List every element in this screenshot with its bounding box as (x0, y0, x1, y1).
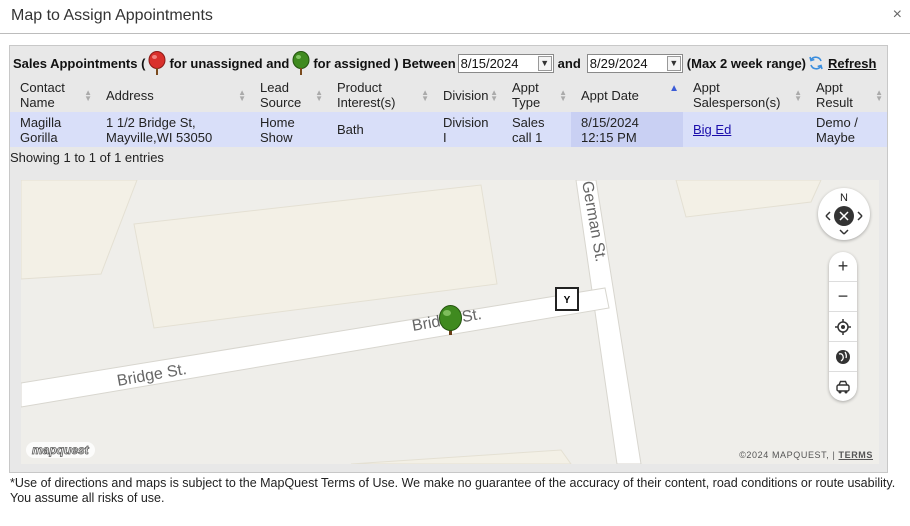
cell-address: 1 1/2 Bridge St, Mayville,WI 53050 (96, 112, 250, 147)
map-copyright: ©2024 MAPQUEST, | TERMS (739, 450, 873, 460)
sort-icon: ▲ ▼ (238, 88, 246, 103)
date-from-value: 8/15/2024 (460, 55, 519, 71)
map-controls: + − (829, 252, 857, 401)
column-header-appt-salesperson[interactable]: Appt Salesperson(s) ▲ ▼ (683, 78, 806, 112)
salesperson-link[interactable]: Big Ed (693, 122, 731, 137)
column-header-appt-date[interactable]: Appt Date ▲ (571, 78, 683, 112)
terms-disclaimer: *Use of directions and maps is subject t… (10, 476, 896, 505)
column-header-appt-result[interactable]: Appt Result ▲ ▼ (806, 78, 887, 112)
compass-control[interactable]: N (818, 188, 870, 240)
column-header-appt-type[interactable]: Appt Type ▲ ▼ (502, 78, 571, 112)
label-prefix: Sales Appointments ( (13, 55, 146, 71)
cell-appt-date: 8/15/2024 12:15 PM (571, 112, 683, 147)
close-icon[interactable]: × (893, 6, 902, 24)
map-view[interactable]: German St. Bridge St. Bridge St. Y mapqu… (21, 180, 879, 464)
refresh-link[interactable]: Refresh (828, 56, 876, 71)
and-label: and (557, 55, 581, 71)
date-to-value: 8/29/2024 (589, 55, 648, 71)
sort-icon: ▲ ▼ (315, 88, 323, 103)
cell-appt-type: Sales call 1 (502, 112, 571, 147)
assigned-pin-icon (292, 51, 310, 75)
refresh-icon[interactable] (808, 55, 824, 71)
terms-link[interactable]: TERMS (839, 450, 874, 460)
compass-north-label: N (840, 192, 848, 204)
cell-appt-result: Demo / Maybe (806, 112, 887, 147)
column-header-product-interests[interactable]: Product Interest(s) ▲ ▼ (327, 78, 433, 112)
globe-icon[interactable] (829, 342, 857, 372)
table-header-row: Contact Name ▲ ▼ Address ▲ ▼ Lead Source ▲ ▼ Pro… (10, 78, 887, 112)
appointments-table: Contact Name ▲ ▼ Address ▲ ▼ Lead Source ▲ ▼ Pro… (10, 78, 887, 147)
date-from-select[interactable]: 8/15/2024 ▼ (457, 53, 554, 73)
date-to-select[interactable]: 8/29/2024 ▼ (586, 53, 683, 73)
mapquest-logo: mapquest (26, 442, 95, 458)
map-pointer-label[interactable]: Y (555, 287, 579, 311)
map-canvas[interactable]: German St. Bridge St. Bridge St. (21, 180, 879, 464)
traffic-car-icon[interactable] (829, 372, 857, 401)
cell-lead-source: Home Show (250, 112, 327, 147)
chevron-down-icon[interactable]: ▼ (666, 55, 681, 71)
column-header-division[interactable]: Division ▲ ▼ (433, 78, 502, 112)
dialog-title: Map to Assign Appointments (11, 7, 213, 24)
column-header-lead-source[interactable]: Lead Source ▲ ▼ (250, 78, 327, 112)
appointments-panel: Sales Appointments ( for unassigned and … (9, 45, 888, 473)
label-unassigned: for unassigned and (169, 55, 290, 71)
cell-appt-salesperson: Big Ed (683, 112, 806, 147)
sort-icon: ▲ ▼ (84, 88, 92, 103)
cell-contact-name: Magilla Gorilla (10, 112, 96, 147)
label-assigned: for assigned ) Between (313, 55, 456, 71)
chevron-down-icon[interactable]: ▼ (537, 55, 552, 71)
sort-icon: ▲ ▼ (794, 88, 802, 103)
sort-ascending-icon: ▲ (669, 83, 679, 94)
zoom-out-button[interactable]: − (829, 282, 857, 312)
table-row[interactable]: Magilla Gorilla 1 1/2 Bridge St, Mayville,… (10, 112, 887, 147)
sort-icon: ▲ ▼ (490, 88, 498, 103)
unassigned-pin-icon (148, 51, 166, 75)
locate-icon[interactable] (829, 312, 857, 342)
sort-icon: ▲ ▼ (875, 88, 883, 103)
filter-toolbar: Sales Appointments ( for unassigned and … (13, 51, 876, 75)
column-header-contact-name[interactable]: Contact Name ▲ ▼ (10, 78, 96, 112)
zoom-in-button[interactable]: + (829, 252, 857, 282)
column-header-address[interactable]: Address ▲ ▼ (96, 78, 250, 112)
cell-product-interests: Bath (327, 112, 433, 147)
cell-division: Division I (433, 112, 502, 147)
entries-info: Showing 1 to 1 of 1 entries (10, 150, 164, 165)
dialog-titlebar: Map to Assign Appointments × (0, 0, 910, 34)
max-range-note: (Max 2 week range) (686, 55, 806, 71)
sort-icon: ▲ ▼ (559, 88, 567, 103)
sort-icon: ▲ ▼ (421, 88, 429, 103)
